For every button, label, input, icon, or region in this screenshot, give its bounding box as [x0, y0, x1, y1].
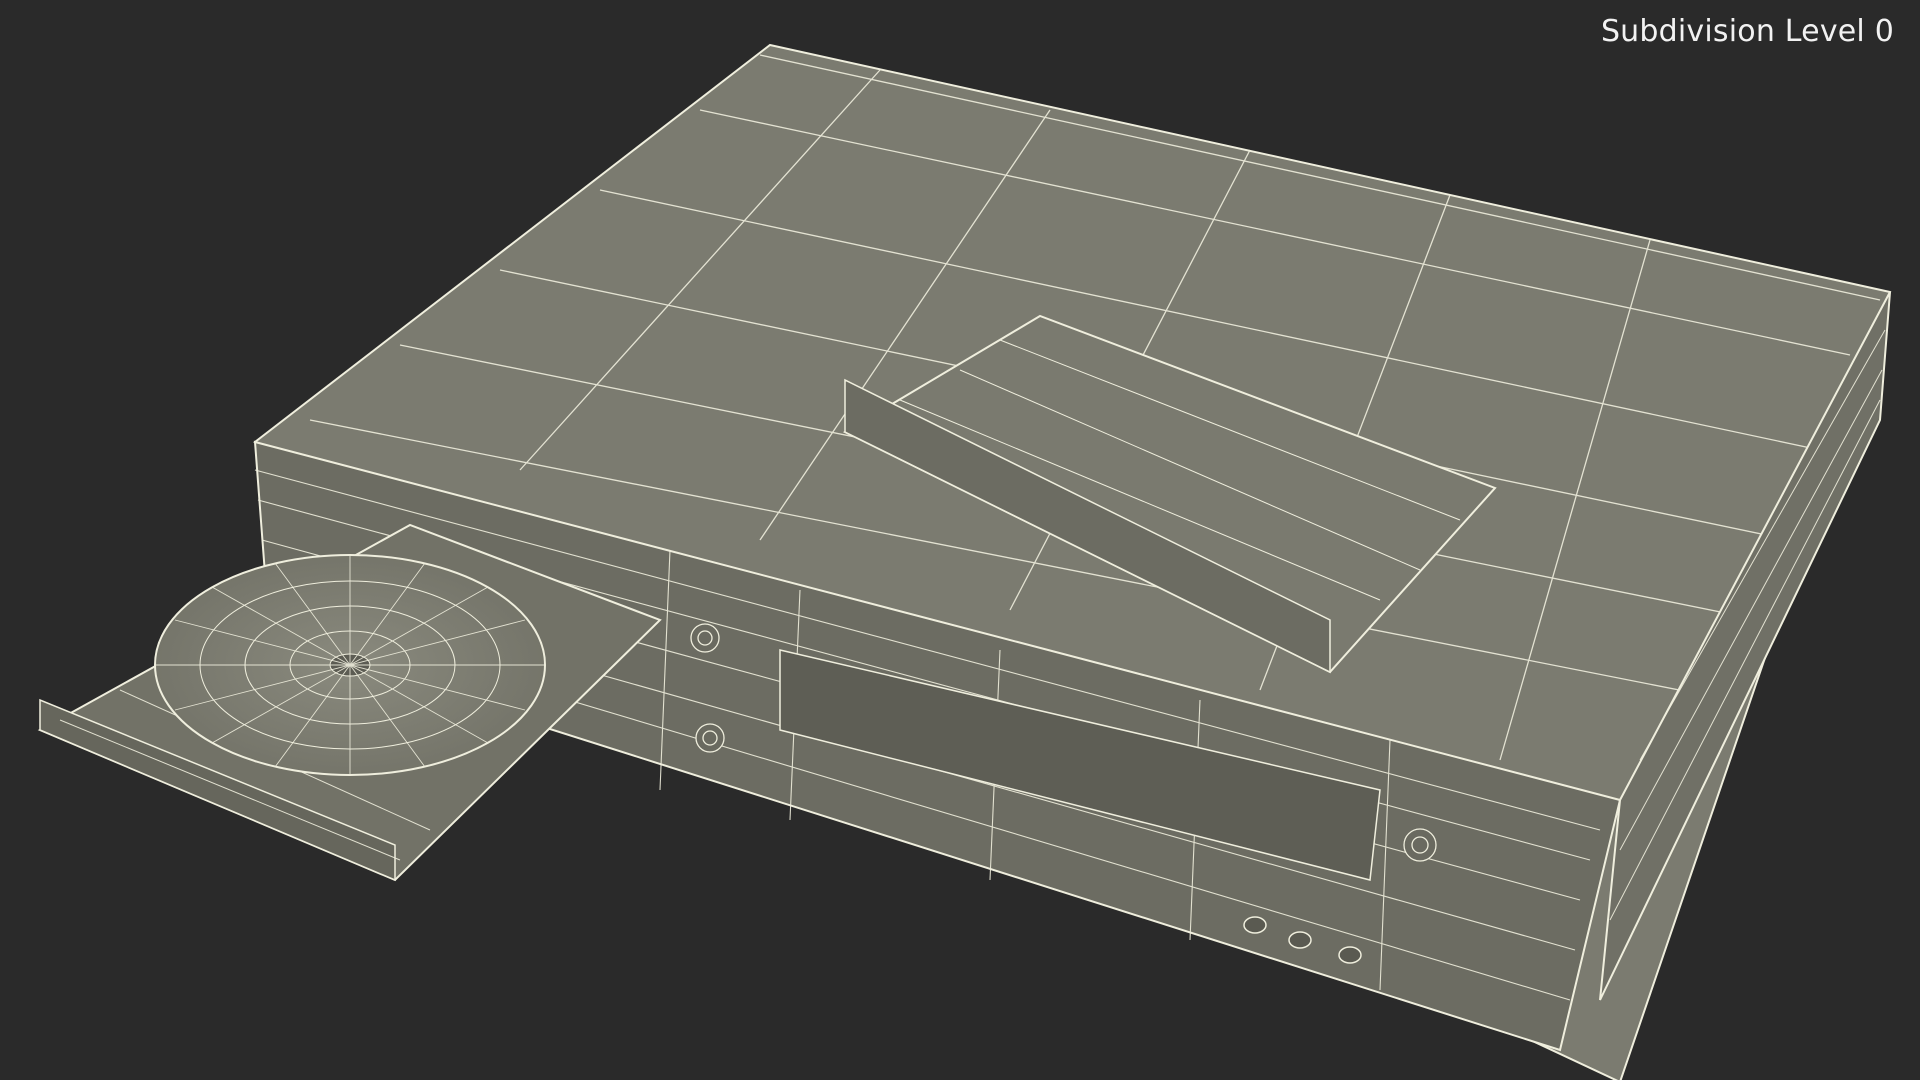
- 3d-viewport[interactable]: Subdivision Level 0: [0, 0, 1920, 1080]
- wireframe-model: [37, 43, 1892, 1080]
- disc-icon: [154, 554, 546, 776]
